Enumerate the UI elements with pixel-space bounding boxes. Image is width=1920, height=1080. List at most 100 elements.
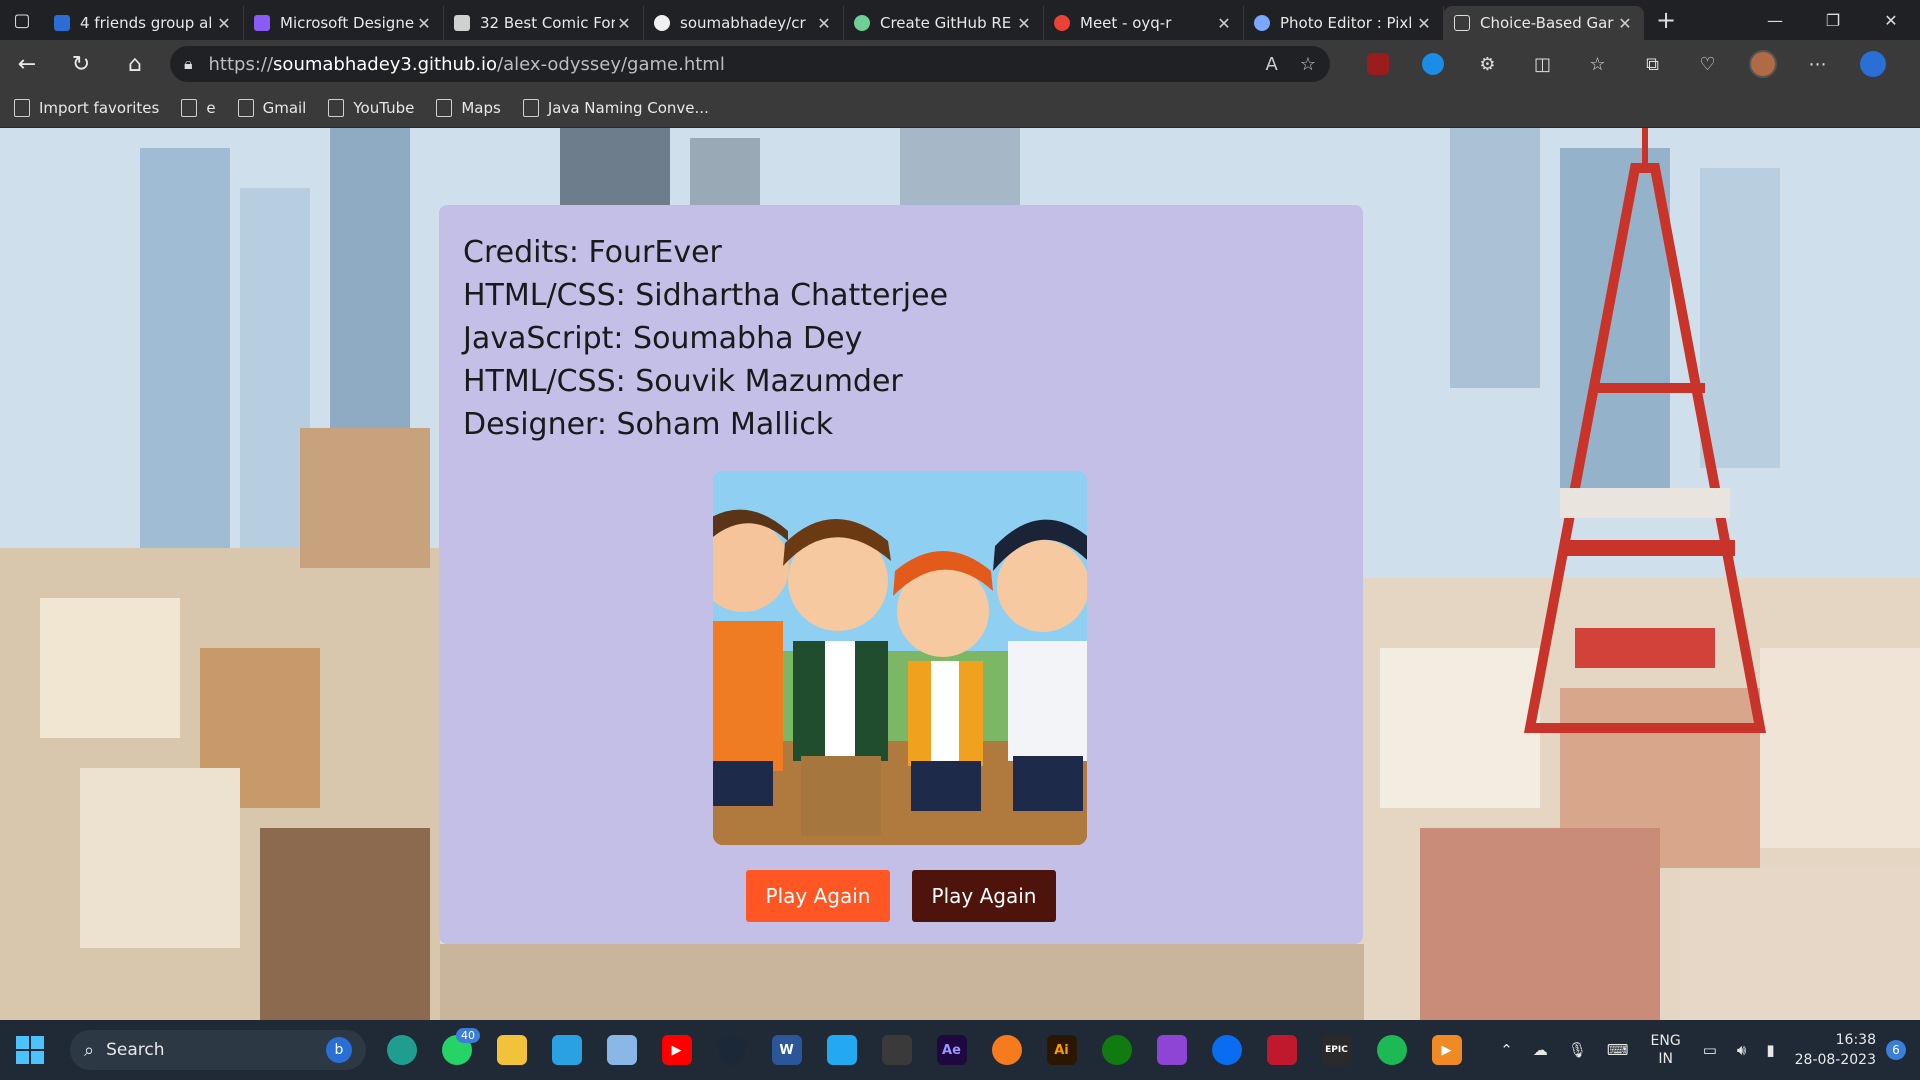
whatsapp-app-icon[interactable]: 40 bbox=[429, 1020, 484, 1080]
windows-taskbar: ⌕ Search b 40 ▶ W Ae Ai EPIC ▶ ⌃ ☁ 🎙︎ ⌨ … bbox=[0, 1020, 1920, 1080]
lock-icon[interactable]: 🔒︎ bbox=[184, 54, 193, 74]
xbox-app-icon[interactable] bbox=[1089, 1020, 1144, 1080]
windows-start-icon[interactable] bbox=[0, 1020, 60, 1080]
close-window-icon[interactable]: ✕ bbox=[1862, 0, 1920, 40]
extensions-icon[interactable]: ⚙ bbox=[1460, 40, 1515, 88]
battery-icon[interactable]: ▮ bbox=[1766, 1041, 1774, 1059]
play-again-button-orange[interactable]: Play Again bbox=[746, 870, 890, 922]
favorite-item[interactable]: Maps bbox=[436, 98, 501, 117]
credit-line: HTML/CSS: Souvik Mazumder bbox=[463, 364, 903, 399]
restore-icon[interactable]: ❐ bbox=[1804, 0, 1862, 40]
favorite-item[interactable]: e bbox=[181, 98, 216, 117]
edge-app-icon[interactable] bbox=[374, 1020, 429, 1080]
blender-app-icon[interactable] bbox=[979, 1020, 1034, 1080]
credit-line: Designer: Soham Mallick bbox=[463, 407, 834, 442]
game-app-icon[interactable] bbox=[1254, 1020, 1309, 1080]
address-bar[interactable]: 🔒︎ https://soumabhadey3.github.io/alex-o… bbox=[170, 46, 1330, 82]
spotify-app-icon[interactable] bbox=[1364, 1020, 1419, 1080]
refresh-icon[interactable]: ↻ bbox=[54, 40, 108, 88]
word-app-icon[interactable]: W bbox=[759, 1020, 814, 1080]
bing-icon[interactable]: b bbox=[326, 1037, 352, 1063]
browser-tab-active[interactable]: Choice-Based Gar ✕ bbox=[1444, 6, 1644, 40]
tab-page-icon bbox=[1454, 15, 1470, 31]
new-tab-icon[interactable]: + bbox=[1644, 0, 1688, 40]
taskbar-search[interactable]: ⌕ Search b bbox=[70, 1030, 366, 1070]
clock[interactable]: 16:38 28-08-2023 bbox=[1795, 1030, 1876, 1070]
unity-app-icon[interactable] bbox=[869, 1020, 924, 1080]
ublock-icon[interactable] bbox=[1350, 40, 1405, 88]
youtube-app-icon[interactable]: ▶ bbox=[649, 1020, 704, 1080]
tab-actions-icon[interactable]: ▢ bbox=[0, 0, 44, 40]
after-effects-app-icon[interactable]: Ae bbox=[924, 1020, 979, 1080]
page-icon bbox=[436, 98, 453, 117]
language-indicator[interactable]: ENG IN bbox=[1651, 1032, 1681, 1068]
vscode-app-icon[interactable] bbox=[814, 1020, 869, 1080]
favorite-star-icon[interactable]: ☆ bbox=[1300, 54, 1316, 75]
browser-tab[interactable]: Create GitHub RE ✕ bbox=[844, 6, 1044, 40]
tab-close-icon[interactable]: ✕ bbox=[1616, 14, 1634, 33]
page-icon bbox=[328, 98, 345, 117]
tab-close-icon[interactable]: ✕ bbox=[615, 14, 633, 33]
browser-tab[interactable]: Photo Editor : Pixl ✕ bbox=[1244, 6, 1444, 40]
browser-tab[interactable]: 4 friends group al ✕ bbox=[44, 6, 244, 40]
play-again-button-dark[interactable]: Play Again bbox=[912, 870, 1056, 922]
remote-desktop-icon[interactable] bbox=[539, 1020, 594, 1080]
browser-essentials-icon[interactable]: ♡ bbox=[1680, 40, 1735, 88]
language-code: ENG bbox=[1650, 1033, 1681, 1049]
tab-close-icon[interactable]: ✕ bbox=[215, 14, 233, 33]
browser-tab[interactable]: Microsoft Designe ✕ bbox=[244, 6, 444, 40]
page-viewport: Credits: FourEver HTML/CSS: Sidhartha Ch… bbox=[0, 128, 1920, 1020]
tab-close-icon[interactable]: ✕ bbox=[415, 14, 433, 33]
whatsapp-badge: 40 bbox=[456, 1028, 480, 1043]
chevron-up-icon[interactable]: ⌃ bbox=[1500, 1041, 1513, 1059]
browser-tab[interactable]: Meet - oyq-r ✕ bbox=[1044, 6, 1244, 40]
split-screen-icon[interactable]: ◫ bbox=[1515, 40, 1570, 88]
volume-icon[interactable]: 🔊︎ bbox=[1737, 1041, 1746, 1059]
page-icon bbox=[237, 98, 254, 117]
chat-app-icon[interactable] bbox=[1144, 1020, 1199, 1080]
taskbar-apps: 40 ▶ W Ae Ai EPIC ▶ bbox=[374, 1020, 1474, 1080]
tab-close-icon[interactable]: ✕ bbox=[1415, 14, 1433, 33]
credits-panel: Credits: FourEver HTML/CSS: Sidhartha Ch… bbox=[439, 205, 1363, 944]
browser-tab[interactable]: soumabhadey/cr ✕ bbox=[644, 6, 844, 40]
media-player-app-icon[interactable]: ▶ bbox=[1419, 1020, 1474, 1080]
illustrator-app-icon[interactable]: Ai bbox=[1034, 1020, 1089, 1080]
favorite-item[interactable]: Java Naming Conve... bbox=[522, 98, 709, 117]
file-explorer-icon[interactable] bbox=[484, 1020, 539, 1080]
tab-label: Choice-Based Gar bbox=[1480, 14, 1614, 32]
epic-games-app-icon[interactable]: EPIC bbox=[1309, 1020, 1364, 1080]
tab-favicon-icon bbox=[54, 15, 70, 31]
favorite-import[interactable]: Import favorites bbox=[14, 98, 159, 117]
keyboard-icon[interactable]: ⌨ bbox=[1607, 1041, 1629, 1059]
favorites-icon[interactable]: ☆ bbox=[1570, 40, 1625, 88]
profile-avatar[interactable] bbox=[1735, 40, 1790, 88]
notification-badge[interactable]: 6 bbox=[1886, 1040, 1906, 1060]
home-icon[interactable]: ⌂ bbox=[108, 40, 162, 88]
network-icon[interactable]: ▭ bbox=[1703, 1041, 1717, 1059]
window-controls: — ❐ ✕ bbox=[1746, 0, 1920, 40]
app-icon[interactable] bbox=[1199, 1020, 1254, 1080]
photos-app-icon[interactable] bbox=[594, 1020, 649, 1080]
extension-blue-icon[interactable] bbox=[1405, 40, 1460, 88]
tab-close-icon[interactable]: ✕ bbox=[815, 14, 833, 33]
favorite-label: e bbox=[206, 98, 216, 117]
url-text[interactable]: https://soumabhadey3.github.io/alex-odys… bbox=[209, 54, 1244, 75]
read-aloud-icon[interactable]: A bbox=[1266, 54, 1278, 75]
collections-icon[interactable]: ⧉ bbox=[1625, 40, 1680, 88]
browser-tab[interactable]: 32 Best Comic For ✕ bbox=[444, 6, 644, 40]
steam-app-icon[interactable] bbox=[704, 1020, 759, 1080]
more-menu-icon[interactable]: ⋯ bbox=[1790, 40, 1845, 88]
microphone-icon[interactable]: 🎙︎ bbox=[1568, 1041, 1587, 1059]
tab-close-icon[interactable]: ✕ bbox=[1215, 14, 1233, 33]
favorite-item[interactable]: YouTube bbox=[328, 98, 414, 117]
system-tray: ⌃ ☁ 🎙︎ ⌨ ENG IN ▭ 🔊︎ ▮ 16:38 28-08-2023 … bbox=[1490, 1030, 1920, 1070]
favorite-item[interactable]: Gmail bbox=[237, 98, 307, 117]
back-icon[interactable]: ← bbox=[0, 40, 54, 88]
page-icon bbox=[522, 98, 539, 117]
tab-label: Microsoft Designe bbox=[280, 14, 415, 32]
onedrive-icon[interactable]: ☁ bbox=[1533, 1041, 1548, 1059]
tab-close-icon[interactable]: ✕ bbox=[1015, 14, 1033, 33]
minimize-icon[interactable]: — bbox=[1746, 0, 1804, 40]
favorite-label: Gmail bbox=[262, 98, 307, 117]
bing-copilot-icon[interactable] bbox=[1845, 40, 1900, 88]
